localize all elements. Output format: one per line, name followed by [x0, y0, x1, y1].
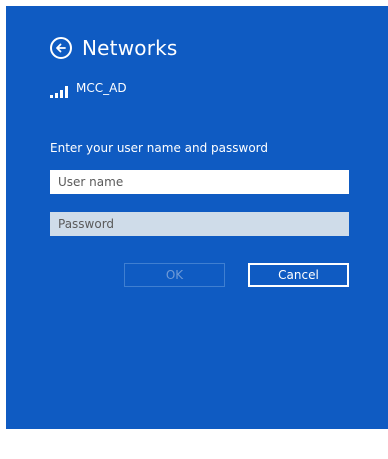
password-input[interactable] [50, 212, 349, 236]
page-title: Networks [82, 36, 178, 60]
network-item: MCC_AD [50, 82, 127, 98]
username-input[interactable] [50, 170, 349, 194]
header: Networks [50, 36, 178, 60]
ok-button[interactable]: OK [124, 263, 225, 287]
signal-strength-icon [50, 86, 68, 98]
network-name: MCC_AD [76, 81, 127, 95]
back-button[interactable] [50, 37, 72, 59]
back-arrow-icon [56, 43, 66, 53]
credentials-prompt: Enter your user name and password [50, 141, 269, 155]
network-login-panel: Networks MCC_AD Enter your user name and… [6, 6, 388, 429]
cancel-button[interactable]: Cancel [248, 263, 349, 287]
